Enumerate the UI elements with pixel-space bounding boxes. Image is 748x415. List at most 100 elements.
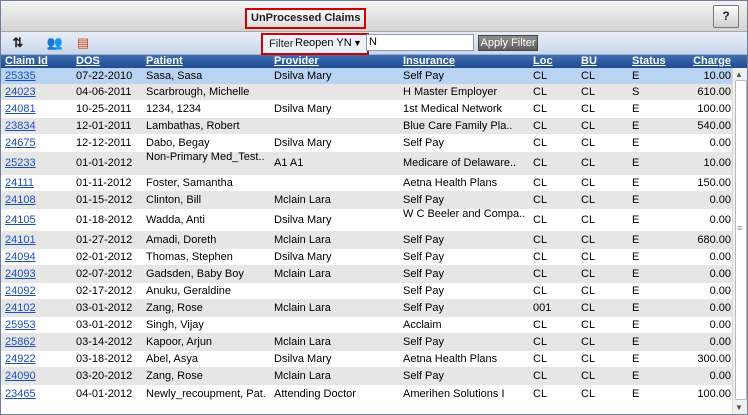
column-header-dos[interactable]: DOS (76, 55, 142, 68)
cell-dos: 12-01-2011 (76, 120, 132, 132)
cell-loc: CL (533, 194, 548, 206)
cell-dos: 07-22-2010 (76, 70, 133, 82)
column-header-loc[interactable]: Loc (533, 55, 573, 68)
filter-dropdown[interactable]: Filter Reopen YN ▼ (261, 33, 369, 55)
cell-claim-id-link[interactable]: 24675 (5, 134, 65, 152)
cell-charge: 610.00 (697, 86, 731, 98)
cell-status: E (632, 285, 640, 297)
scroll-down-icon[interactable]: ▼ (735, 403, 743, 412)
cell-charge: 0.00 (709, 319, 731, 331)
cell-dos: 03-01-2012 (76, 319, 133, 331)
cell-dos: 04-01-2012 (76, 388, 133, 400)
cell-claim-id-link[interactable]: 24094 (5, 249, 65, 265)
scroll-up-icon[interactable]: ▲ (735, 70, 743, 79)
cell-insurance: Medicare of Delaware.. (403, 157, 517, 169)
cell-claim-id-link[interactable]: 23834 (5, 118, 65, 134)
filter-value-input[interactable]: N (366, 34, 474, 51)
cell-claim-id-link[interactable]: 24108 (5, 191, 65, 209)
cell-claim-id-link[interactable]: 24090 (5, 367, 65, 385)
table-row[interactable]: 24094 02-01-2012 Thomas, Stephen Dsilva Mar… (1, 249, 732, 265)
column-header-charge[interactable]: Charge (687, 55, 731, 68)
scrollbar-thumb[interactable]: ≡ (735, 80, 747, 400)
table-row[interactable]: 25953 03-01-2012 Singh, Vijay Acclaim CL CL E 0… (1, 317, 732, 333)
table-row[interactable]: 23834 12-01-2011 Lambathas, Robert Blue Car… (1, 118, 732, 134)
cell-claim-id-link[interactable]: 25953 (5, 317, 65, 333)
cell-claim-id-link[interactable]: 24105 (5, 209, 65, 231)
column-header-claim-id[interactable]: Claim Id (5, 55, 65, 68)
cell-charge: 100.00 (697, 103, 731, 115)
column-header-bu[interactable]: BU (581, 55, 625, 68)
table-row[interactable]: 25233 01-01-2012 Non-Primary Med_Test.. A1 … (1, 152, 732, 175)
cell-provider: Dsilva Mary (274, 214, 332, 226)
cell-claim-id-link[interactable]: 24092 (5, 283, 65, 299)
cell-dos: 10-25-2011 (76, 103, 132, 115)
cell-status: E (632, 157, 640, 169)
table-row[interactable]: 24092 02-17-2012 Anuku, Geraldine Self Pay C… (1, 283, 732, 299)
cell-dos: 01-01-2012 (76, 157, 133, 169)
filter-selected-value[interactable]: Reopen YN (295, 37, 352, 49)
column-header-patient[interactable]: Patient (146, 55, 266, 68)
cell-status: S (632, 86, 640, 98)
table-row[interactable]: 24102 03-01-2012 Zang, Rose Mclain Lara Self… (1, 299, 732, 317)
cell-bu: CL (581, 120, 596, 132)
apply-filter-button[interactable]: Apply Filter (478, 35, 538, 51)
table-row[interactable]: 24090 03-20-2012 Zang, Rose Mclain Lara Self… (1, 367, 732, 385)
cell-status: E (632, 319, 640, 331)
cell-loc: CL (533, 70, 548, 82)
table-row[interactable]: 24111 01-11-2012 Foster, Samantha Aetna Hea… (1, 175, 732, 191)
table-row[interactable]: 23465 04-01-2012 Newly_recoupment, Pat.. At… (1, 385, 732, 403)
cell-patient: Wadda, Anti (146, 214, 205, 226)
cell-status: E (632, 388, 640, 400)
cell-patient: Clinton, Bill (146, 194, 202, 206)
cell-charge: 540.00 (697, 120, 731, 132)
cell-provider: Mclain Lara (274, 370, 331, 382)
cell-claim-id-link[interactable]: 24922 (5, 351, 65, 367)
vertical-scrollbar[interactable]: ▲ ≡ ▼ (732, 68, 747, 414)
cell-bu: CL (581, 319, 596, 331)
report-icon[interactable]: ▤ (74, 34, 92, 52)
cell-claim-id-link[interactable]: 24101 (5, 231, 65, 249)
cell-charge: 0.00 (709, 268, 731, 280)
column-header-provider[interactable]: Provider (274, 55, 394, 68)
table-row[interactable]: 25335 07-22-2010 Sasa, Sasa Dsilva Mary Self… (1, 68, 732, 84)
cell-claim-id-link[interactable]: 24093 (5, 265, 65, 283)
cell-patient: Amadi, Doreth (146, 234, 217, 246)
cell-claim-id-link[interactable]: 23465 (5, 385, 65, 403)
cell-status: E (632, 353, 640, 365)
cell-insurance: Aetna Health Plans (403, 353, 498, 365)
cell-dos: 12-12-2011 (76, 137, 132, 149)
cell-claim-id-link[interactable]: 24081 (5, 100, 65, 118)
cell-claim-id-link[interactable]: 24111 (5, 175, 65, 191)
cell-insurance: Self Pay (403, 70, 444, 82)
table-row[interactable]: 24093 02-07-2012 Gadsden, Baby Boy Mclain L… (1, 265, 732, 283)
grid-header: Claim Id DOS Patient Provider Insurance Loc BU… (1, 55, 747, 68)
sort-icon[interactable]: ⇅ (9, 34, 27, 52)
cell-bu: CL (581, 234, 596, 246)
table-row[interactable]: 24101 01-27-2012 Amadi, Doreth Mclain Lara S… (1, 231, 732, 249)
table-row[interactable]: 24105 01-18-2012 Wadda, Anti Dsilva Mary W C… (1, 209, 732, 231)
column-header-insurance[interactable]: Insurance (403, 55, 528, 68)
cell-insurance: W C Beeler and Compa.. (403, 209, 526, 220)
cell-insurance: Self Pay (403, 194, 444, 206)
column-header-status[interactable]: Status (632, 55, 676, 68)
cell-loc: CL (533, 177, 548, 189)
cell-claim-id-link[interactable]: 25233 (5, 152, 65, 175)
cell-dos: 02-17-2012 (76, 285, 133, 297)
table-row[interactable]: 24922 03-18-2012 Abel, Asya Dsilva Mary Aetn… (1, 351, 732, 367)
cell-claim-id-link[interactable]: 25335 (5, 68, 65, 84)
cell-loc: CL (533, 251, 548, 263)
help-button[interactable]: ? (713, 5, 739, 28)
cell-dos: 01-15-2012 (76, 194, 133, 206)
cell-claim-id-link[interactable]: 24023 (5, 84, 65, 100)
table-row[interactable]: 24675 12-12-2011 Dabo, Begay Dsilva Mary Sel… (1, 134, 732, 152)
cell-claim-id-link[interactable]: 24102 (5, 299, 65, 317)
cell-insurance: Self Pay (403, 285, 444, 297)
chevron-down-icon[interactable]: ▼ (353, 38, 362, 48)
table-row[interactable]: 24108 01-15-2012 Clinton, Bill Mclain Lara S… (1, 191, 732, 209)
table-row[interactable]: 24023 04-06-2011 Scarbrough, Michelle H Mas… (1, 84, 732, 100)
cell-charge: 680.00 (697, 234, 731, 246)
table-row[interactable]: 25862 03-14-2012 Kapoor, Arjun Mclain Lara S… (1, 333, 732, 351)
cell-claim-id-link[interactable]: 25862 (5, 333, 65, 351)
user-assign-icon[interactable]: 👥 (46, 34, 64, 52)
table-row[interactable]: 24081 10-25-2011 1234, 1234 Dsilva Mary 1st … (1, 100, 732, 118)
